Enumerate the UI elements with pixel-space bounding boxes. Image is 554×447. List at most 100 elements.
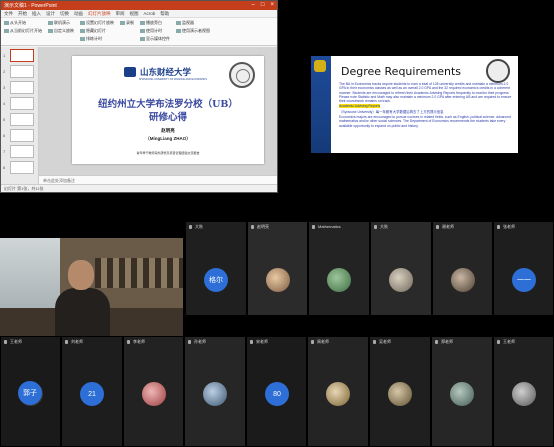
- participant-name: 大秋: [195, 224, 203, 229]
- thumb-preview: [10, 129, 34, 142]
- play-narrations-checkbox[interactable]: 播放旁白: [140, 20, 170, 26]
- hide-icon: [80, 29, 85, 33]
- slide-thumbnail[interactable]: 2: [3, 65, 36, 78]
- tab-animations[interactable]: 动画: [74, 11, 83, 17]
- ribbon-label: 播放旁白: [146, 20, 162, 25]
- tab-file[interactable]: 文件: [4, 11, 13, 17]
- participant-tile[interactable]: 大秋: [370, 221, 432, 316]
- participant-name: 郑老师: [441, 339, 453, 344]
- participant-tile[interactable]: 张老师 一一: [493, 221, 554, 316]
- thumb-preview: [10, 49, 34, 62]
- participant-tile[interactable]: 周老师: [307, 336, 369, 447]
- participant-tile[interactable]: 吴老师: [369, 336, 431, 447]
- microphone-icon: [251, 225, 254, 229]
- minimize-icon[interactable]: –: [252, 1, 255, 10]
- meeting-screen: 演示文稿1 - PowerPoint – □ × 文件 开始 插入 设计 切换 …: [0, 0, 554, 447]
- participant-tile[interactable]: 大秋 格尔: [185, 221, 247, 316]
- participant-name: 李老师: [133, 339, 145, 344]
- participant-tile[interactable]: 宋老师 80: [246, 336, 307, 447]
- thumb-preview: [10, 65, 34, 78]
- slide-thumbnail[interactable]: 7: [3, 145, 36, 158]
- participant-avatar: [203, 382, 227, 406]
- thumb-number: 3: [3, 85, 6, 90]
- tab-slideshow[interactable]: 幻灯片放映: [88, 11, 111, 17]
- slide-thumbnail[interactable]: 4: [3, 97, 36, 110]
- thumb-preview: [10, 81, 34, 94]
- slide-thumbnail[interactable]: 6: [3, 129, 36, 142]
- tab-review[interactable]: 审阅: [116, 11, 125, 17]
- participant-tile[interactable]: 王老师: [493, 336, 554, 447]
- university-seal-icon: [229, 62, 255, 88]
- participant-tile[interactable]: 刘老师 21: [61, 336, 123, 447]
- maximize-icon[interactable]: □: [261, 1, 265, 10]
- from-beginning-button[interactable]: 从头开始: [4, 20, 42, 26]
- microphone-icon: [436, 225, 439, 229]
- ribbon-group-present: 联机演示 自定义放映: [48, 20, 74, 43]
- ribbon-label: 从头开始: [10, 20, 26, 25]
- tab-acrobat[interactable]: Acrob: [144, 11, 156, 16]
- tab-design[interactable]: 设计: [46, 11, 55, 17]
- slide-thumbnail[interactable]: 3: [3, 81, 36, 94]
- participant-tile[interactable]: 赵明亮: [247, 221, 308, 316]
- hide-slide-button[interactable]: 隐藏幻灯片: [80, 28, 114, 34]
- status-bar: 幻灯片 第1张，共11张: [1, 184, 277, 192]
- slide-editor[interactable]: 山东财经大学 SHANDONG UNIVERSITY OF FINANCE AN…: [39, 47, 277, 185]
- participant-avatar: [142, 382, 166, 406]
- university-name-en: SHANDONG UNIVERSITY OF FINANCE AND ECONO…: [139, 78, 207, 81]
- custom-show-button[interactable]: 自定义放映: [48, 28, 74, 34]
- university-logo: 山东财经大学: [124, 66, 191, 78]
- participant-tile[interactable]: 谢老师: [432, 221, 493, 316]
- window-controls: – □ ×: [252, 1, 274, 10]
- participant-tile[interactable]: 郑老师: [431, 336, 493, 447]
- close-icon[interactable]: ×: [270, 1, 274, 10]
- slide-subtitle: 研修心得: [148, 112, 187, 123]
- tab-transitions[interactable]: 切换: [60, 11, 69, 17]
- checkbox-icon: [140, 37, 145, 41]
- from-current-button[interactable]: 从当前幻灯片开始: [4, 28, 42, 34]
- thumb-preview: [10, 113, 34, 126]
- checkbox-icon: [140, 29, 145, 33]
- body-paragraph: The BA in Economics tracks require stude…: [339, 82, 512, 104]
- participant-name: 王老师: [503, 339, 515, 344]
- participant-tile[interactable]: 李老师: [123, 336, 184, 447]
- microphone-icon: [312, 225, 315, 229]
- record-button[interactable]: 录制: [120, 20, 134, 26]
- slide-thumbnail[interactable]: 5: [3, 113, 36, 126]
- participant-tile[interactable]: 孙老师: [184, 336, 246, 447]
- tab-view[interactable]: 视图: [130, 11, 139, 17]
- slide-thumbnail[interactable]: 1: [3, 49, 36, 62]
- participant-name: 周老师: [317, 339, 329, 344]
- rehearse-timings-button[interactable]: 排练计时: [80, 36, 114, 42]
- ribbon-label: 排练计时: [86, 36, 102, 41]
- tab-home[interactable]: 开始: [18, 11, 27, 17]
- thumb-number: 5: [3, 117, 6, 122]
- show-media-controls-checkbox[interactable]: 显示媒体控件: [140, 36, 170, 42]
- microphone-icon: [497, 225, 500, 229]
- slide-thumbnail[interactable]: 8: [3, 161, 36, 174]
- host-video[interactable]: [0, 238, 183, 336]
- participant-name: 张老师: [503, 224, 515, 229]
- ribbon-label: 录制: [126, 20, 134, 25]
- microphone-icon: [4, 340, 7, 344]
- body-paragraph: Economics majors are encouraged to pursu…: [339, 115, 511, 128]
- tab-insert[interactable]: 插入: [32, 11, 41, 17]
- participant-tile[interactable]: Mathematics: [308, 221, 370, 316]
- slide-author: 赵明亮: [161, 128, 175, 133]
- slide-footer: 青年骨干教师海外研修及项目管理经验交流报告: [136, 151, 200, 155]
- present-online-button[interactable]: 联机演示: [48, 20, 74, 26]
- use-timings-checkbox[interactable]: 使用计时: [140, 28, 170, 34]
- participant-avatar: [327, 268, 351, 292]
- tab-help[interactable]: 帮助: [160, 11, 169, 17]
- current-slide[interactable]: 山东财经大学 SHANDONG UNIVERSITY OF FINANCE AN…: [72, 56, 264, 164]
- checkbox-icon: [176, 29, 181, 33]
- participant-avatar: 郭子: [18, 381, 42, 405]
- ribbon: 从头开始 从当前幻灯片开始 联机演示 自定义放映 设置幻灯片放映 隐藏幻灯片 排…: [1, 18, 277, 46]
- thumb-number: 8: [3, 165, 6, 170]
- presenter-view-checkbox[interactable]: 使用演示者视图: [176, 28, 210, 34]
- slide-title: 纽约州立大学布法罗分校（UB）: [98, 99, 238, 110]
- setup-show-button[interactable]: 设置幻灯片放映: [80, 20, 114, 26]
- university-seal-icon: [486, 59, 510, 83]
- shared-slide: Degree Requirements The BA in Economics …: [311, 56, 518, 153]
- participant-avatar: 21: [80, 382, 104, 406]
- monitor-select[interactable]: 监视器: [176, 20, 210, 26]
